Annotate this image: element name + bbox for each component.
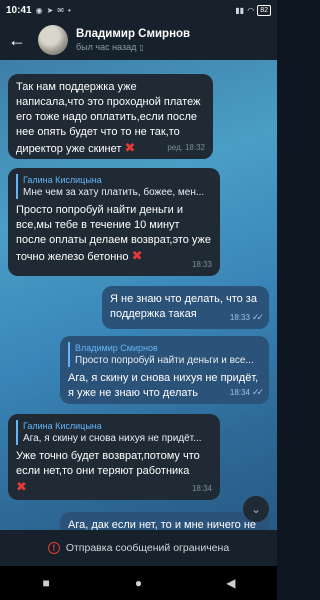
restricted-text: Отправка сообщений ограничена <box>65 542 230 554</box>
message-meta: ред. 18:32 <box>167 140 205 155</box>
warning-icon: ! <box>47 542 60 554</box>
recents-icon[interactable]: ■ <box>31 576 61 590</box>
red-cross-mark: ✖ <box>16 479 27 494</box>
message-bubble[interactable]: Так нам поддержка уже написала,что это п… <box>8 74 213 159</box>
quote-text: Мне чем за хату платить, божее, мен... <box>23 187 205 198</box>
scroll-down-button[interactable]: ⌄ <box>243 496 269 522</box>
red-cross-mark: ✖ <box>131 248 143 263</box>
read-checks-icon: ✓✓ <box>251 387 264 397</box>
message-text: Просто попробуй найти деньги и все,мы те… <box>16 204 212 263</box>
system-nav-bar: ■ ● ◀ <box>0 566 277 600</box>
message-time: 18:33 <box>229 313 250 322</box>
message-meta: 18:33 ✓✓ <box>229 310 264 325</box>
last-seen-text: был час назад <box>76 42 137 52</box>
message-bubble[interactable]: Галина Кислицына Ага, я скину и снова ни… <box>8 414 220 500</box>
message-text: Уже точно будет возврат,потому что если … <box>16 450 200 477</box>
notification-icon: ◉ <box>35 5 43 15</box>
message-meta: 18:34 <box>192 481 212 496</box>
message-bubble[interactable]: Ага, дак если нет, то и мне ничего не <box>60 512 269 530</box>
telegram-icon: ➤ <box>46 5 54 15</box>
avatar[interactable] <box>38 25 68 55</box>
status-bar: 10:41 ◉ ➤ ✉ • ▮▮ ◠ 82 <box>0 0 277 20</box>
message-meta: 18:34 ✓✓ <box>229 385 264 400</box>
back-icon[interactable]: ◀ <box>216 576 246 590</box>
reply-quote[interactable]: Владимир Смирнов Просто попробуй найти д… <box>68 342 261 367</box>
message-bubble[interactable]: Владимир Смирнов Просто попробуй найти д… <box>60 336 269 404</box>
quote-author: Галина Кислицына <box>23 421 102 431</box>
quote-text: Просто попробуй найти деньги и все... <box>75 355 254 366</box>
message-text: Ага, дак если нет, то и мне ничего не <box>68 519 257 530</box>
quote-author: Владимир Смирнов <box>75 343 158 353</box>
back-arrow-icon[interactable]: ← <box>8 30 32 51</box>
message-bubble[interactable]: Я не знаю что делать, что за поддержка т… <box>102 286 269 329</box>
chat-area[interactable]: Так нам поддержка уже написала,что это п… <box>0 60 277 530</box>
restricted-bar: ! Отправка сообщений ограничена <box>0 530 277 566</box>
chat-header: ← Владимир Смирнов был час назад ▯ <box>0 20 277 60</box>
message-time: 18:34 <box>191 484 212 493</box>
reply-quote[interactable]: Галина Кислицына Ага, я скину и снова ни… <box>16 420 212 445</box>
edited-label: ред. <box>167 143 183 152</box>
message-meta: 18:33 <box>192 257 212 272</box>
message-time: 18:32 <box>184 143 205 152</box>
signal-icon: ▮▮ <box>235 5 245 15</box>
quote-text: Ага, я скину и снова нихуя не придёт... <box>23 433 202 444</box>
read-checks-icon: ✓✓ <box>251 312 264 322</box>
chevron-down-icon: ⌄ <box>250 502 262 516</box>
more-notifications-icon: • <box>67 5 71 15</box>
last-seen: был час назад ▯ <box>76 42 190 52</box>
reply-quote[interactable]: Галина Кислицына Мне чем за хату платить… <box>16 174 212 199</box>
red-cross-mark: ✖ <box>124 140 136 155</box>
message-time: 18:34 <box>229 388 250 397</box>
header-text[interactable]: Владимир Смирнов был час назад ▯ <box>76 28 190 52</box>
battery-icon: 82 <box>257 4 271 16</box>
contact-name: Владимир Смирнов <box>76 28 191 40</box>
phone-icon: ▯ <box>139 42 144 52</box>
status-time: 10:41 <box>6 4 32 16</box>
message-time: 18:33 <box>191 260 212 269</box>
home-icon[interactable]: ● <box>123 576 153 590</box>
mail-icon: ✉ <box>57 5 64 15</box>
wifi-icon: ◠ <box>247 5 255 15</box>
quote-author: Галина Кислицына <box>23 175 102 185</box>
message-bubble[interactable]: Галина Кислицына Мне чем за хату платить… <box>8 168 220 276</box>
